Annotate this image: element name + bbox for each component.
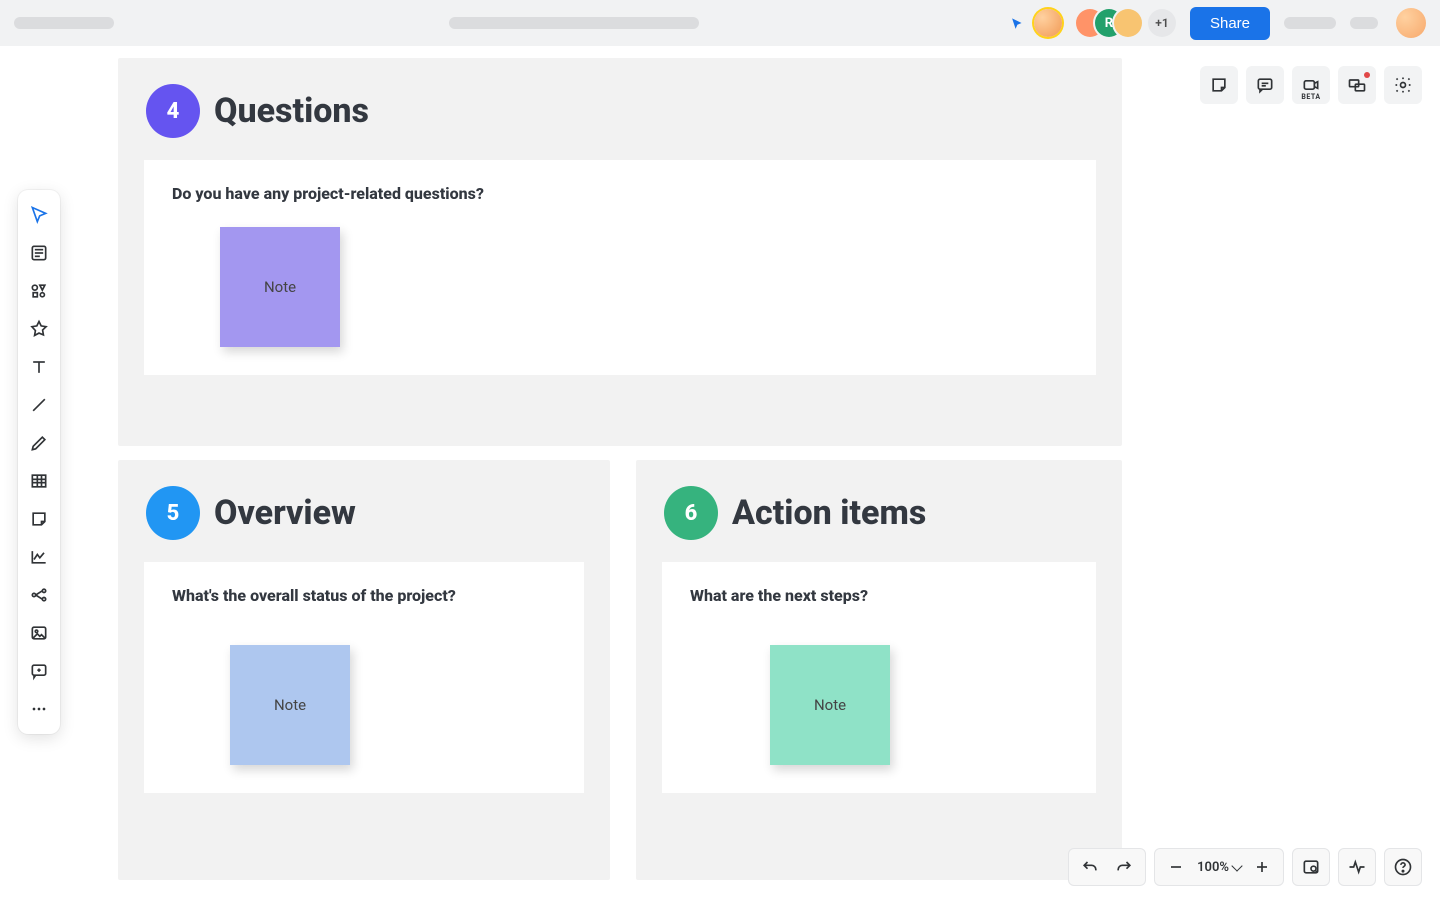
chevron-down-icon (1231, 860, 1242, 871)
step-badge: 6 (664, 486, 718, 540)
sticky-note[interactable]: Note (220, 227, 340, 347)
title-placeholder (14, 17, 114, 29)
table-tool[interactable] (20, 462, 58, 500)
star-tool[interactable] (20, 310, 58, 348)
chart-tool[interactable] (20, 538, 58, 576)
presence-overflow-count[interactable]: +1 (1148, 9, 1176, 37)
frame-questions[interactable]: 4 Questions Do you have any project-rela… (118, 58, 1122, 446)
connector-tool[interactable] (20, 576, 58, 614)
frame-body[interactable]: Do you have any project-related question… (144, 160, 1096, 375)
frame-prompt: What's the overall status of the project… (172, 586, 556, 605)
line-tool[interactable] (20, 386, 58, 424)
share-button[interactable]: Share (1190, 7, 1270, 40)
cursor-icon (1010, 17, 1024, 31)
step-badge: 4 (146, 84, 200, 138)
presence-stack[interactable]: R (1076, 9, 1142, 37)
notification-dot-icon (1364, 72, 1370, 78)
breadcrumb-placeholder (449, 17, 699, 29)
frame-body[interactable]: What's the overall status of the project… (144, 562, 584, 793)
frame-overview[interactable]: 5 Overview What's the overall status of … (118, 460, 610, 880)
topbar-placeholder (1350, 17, 1378, 29)
presence-avatar-main[interactable] (1034, 9, 1062, 37)
beta-badge: BETA (1292, 93, 1330, 101)
frame-title: Action items (732, 493, 926, 533)
image-tool[interactable] (20, 614, 58, 652)
select-tool[interactable] (20, 196, 58, 234)
activity-icon[interactable] (1338, 848, 1376, 886)
left-toolbar (18, 190, 60, 734)
top-right-toolbar: BETA (1200, 66, 1422, 104)
frame-body[interactable]: What are the next steps? Note (662, 562, 1096, 793)
help-icon[interactable] (1384, 848, 1422, 886)
frame-action-items[interactable]: 6 Action items What are the next steps? … (636, 460, 1122, 880)
zoom-level-label: 100% (1197, 860, 1229, 875)
more-tools[interactable] (20, 690, 58, 728)
sticky-tool[interactable] (20, 500, 58, 538)
present-icon[interactable] (1338, 66, 1376, 104)
zoom-level[interactable]: 100% (1193, 860, 1245, 875)
bottom-right-toolbar: 100% (1068, 848, 1422, 886)
map-icon[interactable] (1292, 848, 1330, 886)
zoom-out-button[interactable] (1159, 850, 1193, 884)
pen-tool[interactable] (20, 424, 58, 462)
shapes-tool[interactable] (20, 272, 58, 310)
frame-title: Overview (214, 493, 356, 533)
note-icon[interactable] (1200, 66, 1238, 104)
top-bar: R +1 Share (0, 0, 1440, 46)
frame-title: Questions (214, 91, 369, 131)
undo-button[interactable] (1073, 850, 1107, 884)
frame-prompt: What are the next steps? (690, 586, 1068, 605)
settings-icon[interactable] (1384, 66, 1422, 104)
frame-prompt: Do you have any project-related question… (172, 184, 1068, 203)
comments-icon[interactable] (1246, 66, 1284, 104)
video-icon[interactable]: BETA (1292, 66, 1330, 104)
sticky-note[interactable]: Note (770, 645, 890, 765)
user-avatar[interactable] (1396, 8, 1426, 38)
step-badge: 5 (146, 486, 200, 540)
presence-avatar[interactable] (1114, 9, 1142, 37)
comment-tool[interactable] (20, 652, 58, 690)
zoom-group: 100% (1154, 848, 1284, 886)
topbar-placeholder (1284, 17, 1336, 29)
templates-tool[interactable] (20, 234, 58, 272)
redo-button[interactable] (1107, 850, 1141, 884)
zoom-in-button[interactable] (1245, 850, 1279, 884)
text-tool[interactable] (20, 348, 58, 386)
sticky-note[interactable]: Note (230, 645, 350, 765)
undo-redo-group (1068, 848, 1146, 886)
